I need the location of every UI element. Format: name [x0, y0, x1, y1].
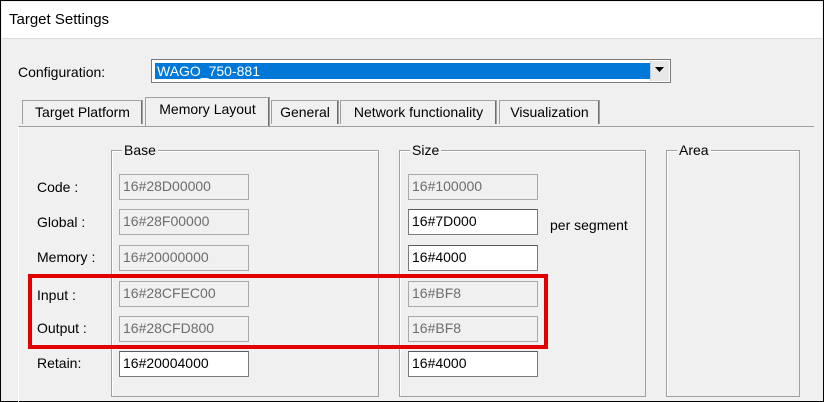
global-size-field[interactable]: 16#7D000	[408, 209, 538, 235]
code-size-field: 16#100000	[408, 174, 538, 200]
tab-network-functionality[interactable]: Network functionality	[340, 100, 497, 124]
retain-label: Retain:	[37, 355, 82, 371]
per-segment-label: per segment	[550, 217, 628, 233]
configuration-dropdown[interactable]: WAGO_750-881	[151, 59, 671, 83]
code-label: Code :	[37, 179, 79, 195]
target-settings-window: Target Settings Configuration: WAGO_750-…	[0, 0, 824, 402]
window-title: Target Settings	[9, 11, 110, 28]
dropdown-button[interactable]	[650, 61, 669, 81]
tab-target-platform[interactable]: Target Platform	[22, 100, 143, 124]
code-base-field: 16#28D00000	[119, 174, 249, 200]
retain-size-field[interactable]: 16#4000	[408, 351, 538, 377]
tab-general[interactable]: General	[271, 100, 339, 124]
memory-size-field[interactable]: 16#4000	[408, 245, 538, 271]
tab-visualization[interactable]: Visualization	[499, 100, 600, 124]
memory-base-field: 16#20000000	[119, 245, 249, 271]
highlight-box	[28, 274, 548, 349]
title-bar: Target Settings	[2, 2, 822, 39]
global-base-field: 16#28F00000	[119, 209, 249, 235]
global-label: Global :	[37, 214, 86, 230]
retain-base-field[interactable]: 16#20004000	[119, 351, 249, 377]
area-group-title: Area	[677, 142, 711, 158]
configuration-label: Configuration:	[18, 64, 106, 80]
base-group-title: Base	[122, 142, 158, 158]
tab-memory-layout[interactable]: Memory Layout	[145, 97, 270, 126]
memory-label: Memory :	[37, 249, 96, 265]
chevron-down-icon	[655, 67, 664, 72]
size-group-title: Size	[410, 142, 442, 158]
configuration-selected-value: WAGO_750-881	[155, 63, 651, 79]
area-group: Area	[666, 142, 800, 397]
